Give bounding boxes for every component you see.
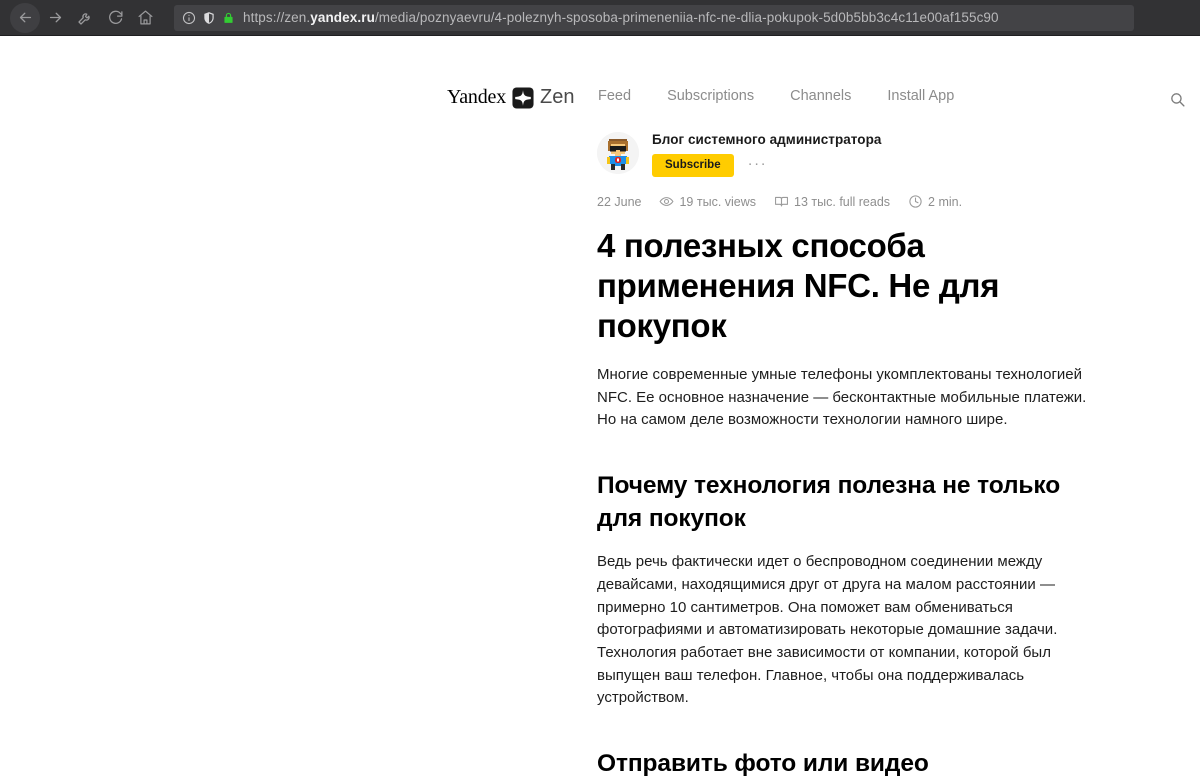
nav-item-feed[interactable]: Feed — [598, 88, 631, 104]
read-time: 2 min. — [928, 194, 963, 209]
channel-meta: Блог системного администратора Subscribe… — [652, 131, 881, 177]
stat-views: 19 тыс. views — [659, 194, 756, 209]
stat-full-reads: 13 тыс. full reads — [774, 194, 890, 209]
section-heading-2: Отправить фото или видео — [597, 750, 929, 778]
back-arrow-icon — [19, 12, 31, 23]
avatar-pixel-art-icon — [597, 132, 639, 174]
search-icon — [1170, 92, 1185, 107]
wrench-icon — [78, 12, 90, 25]
stat-date: 22 June — [597, 195, 641, 209]
address-bar[interactable]: https://zen.yandex.ru/media/poznyaevru/4… — [174, 4, 1134, 31]
search-button[interactable] — [1166, 88, 1188, 110]
home-button[interactable] — [130, 3, 160, 33]
subscribe-button[interactable]: Subscribe — [652, 154, 734, 177]
shield-icon[interactable] — [202, 11, 216, 25]
padlock-icon[interactable] — [222, 11, 235, 25]
section-heading-1: Почему технология полезна не только для … — [597, 472, 1061, 533]
section-body-1: Ведь речь фактически идет о беспроводном… — [597, 553, 1058, 707]
stat-read-time: 2 min. — [908, 194, 962, 209]
eye-icon — [659, 194, 674, 209]
browser-toolbar: https://zen.yandex.ru/media/poznyaevru/4… — [0, 0, 1200, 36]
url-text: https://zen.yandex.ru/media/poznyaevru/4… — [243, 10, 999, 25]
site-nav: Feed Subscriptions Channels Install App — [598, 88, 954, 104]
nav-item-install-app[interactable]: Install App — [887, 88, 954, 104]
yandex-zen-logo[interactable]: Yandex Zen — [447, 86, 574, 109]
nav-item-channels[interactable]: Channels — [790, 88, 851, 104]
logo-zen-text: Zen — [540, 86, 575, 108]
article-stats: 22 June 19 тыс. views 13 тыс. full reads… — [597, 194, 1103, 209]
site-header — [0, 36, 1200, 86]
back-button[interactable] — [10, 2, 40, 33]
reload-icon — [108, 10, 123, 24]
page-title: 4 полезных способа применения NFC. Не дл… — [597, 227, 1000, 344]
nav-item-subscriptions[interactable]: Subscriptions — [667, 88, 754, 104]
views-count: 19 тыс. views — [679, 194, 757, 209]
page-viewport: Yandex Zen Feed Subscriptions Channels I… — [0, 36, 1200, 782]
avatar[interactable] — [597, 132, 639, 174]
forward-arrow-icon — [49, 12, 61, 23]
book-icon — [774, 194, 789, 209]
more-options-button[interactable]: ··· — [748, 156, 768, 173]
channel-actions: Subscribe ··· — [652, 154, 881, 177]
article-container: Блог системного администратора Subscribe… — [597, 131, 1103, 782]
info-circle-icon[interactable] — [182, 11, 196, 25]
full-reads-count: 13 тыс. full reads — [794, 194, 891, 209]
reload-button[interactable] — [100, 3, 130, 33]
home-icon — [138, 10, 152, 25]
logo-yandex-text: Yandex — [447, 86, 506, 108]
channel-header: Блог системного администратора Subscribe… — [597, 131, 1103, 183]
publish-date: 22 June — [597, 194, 642, 209]
channel-name[interactable]: Блог системного администратора — [652, 132, 881, 148]
forward-button[interactable] — [40, 3, 70, 33]
tools-button[interactable] — [70, 3, 100, 33]
article-lead-paragraph: Многие современные умные телефоны укомпл… — [597, 366, 1087, 429]
zen-star-icon — [512, 86, 534, 109]
clock-icon — [908, 194, 923, 209]
